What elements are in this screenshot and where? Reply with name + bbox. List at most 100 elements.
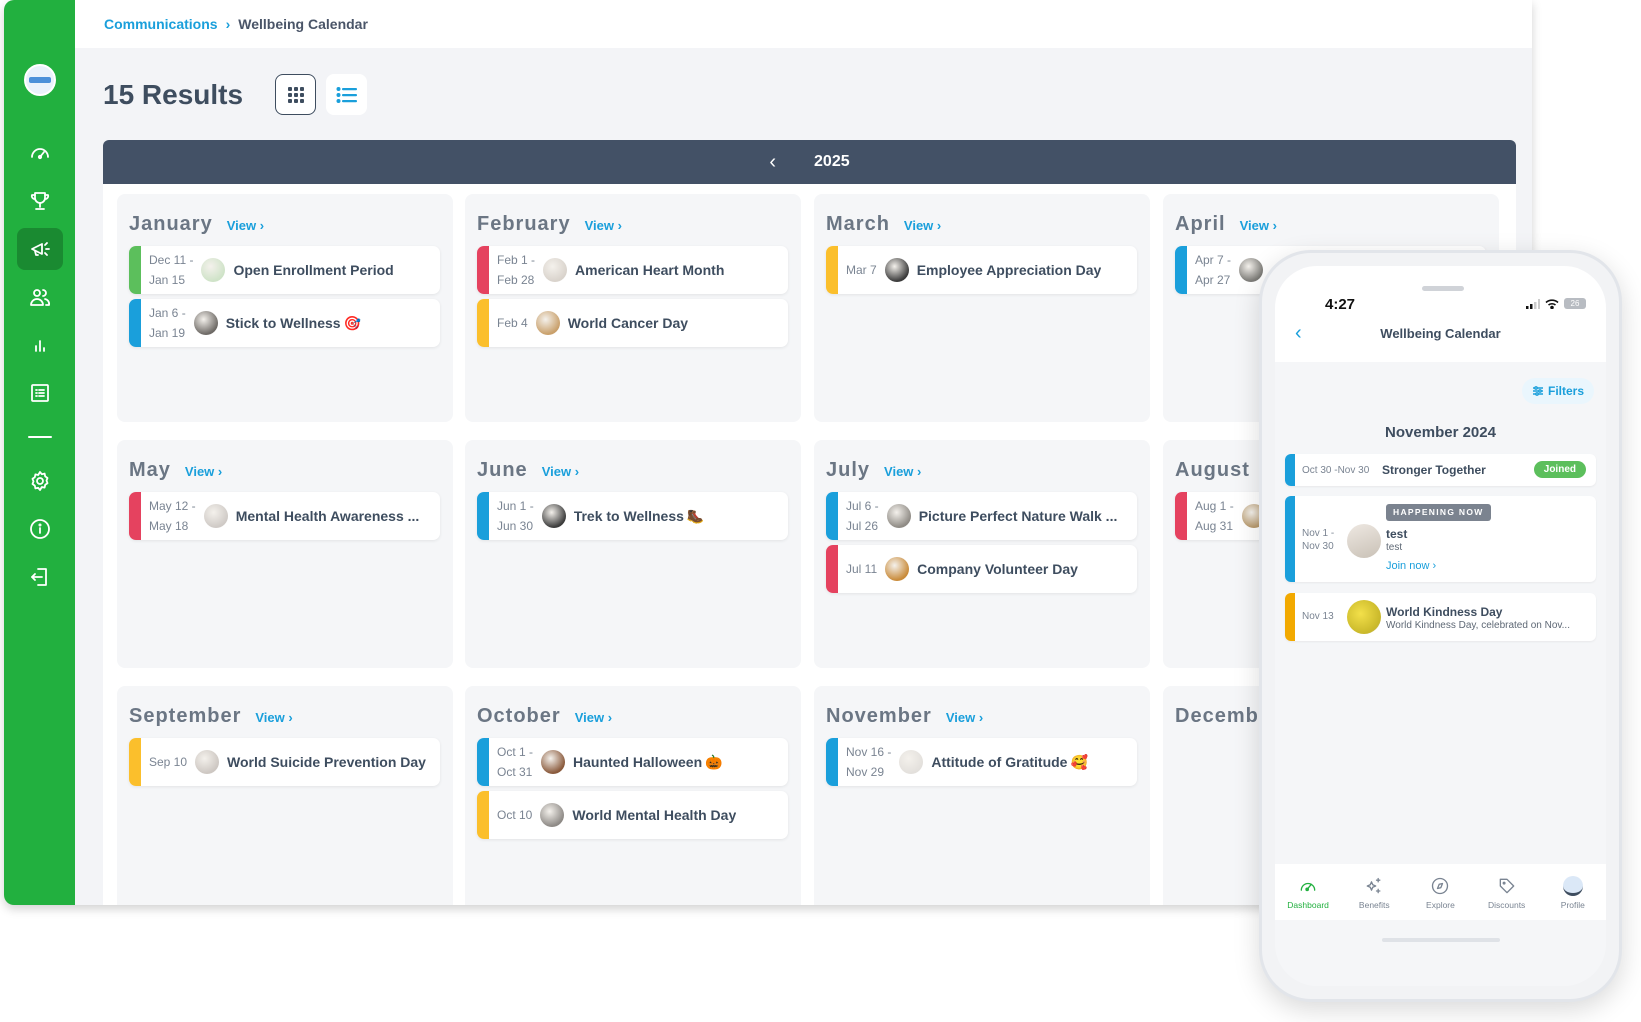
month-view-link[interactable]: View › <box>542 464 579 479</box>
tab-explore[interactable]: Explore <box>1410 876 1470 910</box>
event-card[interactable]: Oct 10 World Mental Health Day <box>477 791 788 839</box>
tab-label: Discounts <box>1487 900 1526 910</box>
month-view-link[interactable]: View › <box>585 218 622 233</box>
tab-dashboard[interactable]: Dashboard <box>1278 876 1338 910</box>
list-icon <box>30 384 49 402</box>
event-date: Jul 6 - Jul 26 <box>846 496 879 536</box>
breadcrumb-communications-link[interactable]: Communications <box>104 16 218 32</box>
event-date: Dec 11 - Jan 15 <box>149 250 193 290</box>
event-card[interactable]: Jun 1 - Jun 30 Trek to Wellness 🥾 <box>477 492 788 540</box>
month-view-link[interactable]: View › <box>227 218 264 233</box>
month-view-link[interactable]: View › <box>884 464 921 479</box>
event-card[interactable]: Jul 11 Company Volunteer Day <box>826 545 1137 593</box>
event-card[interactable]: Jan 6 - Jan 19 Stick to Wellness 🎯 <box>129 299 440 347</box>
month-name: November <box>826 705 932 727</box>
event-date: Jan 6 - Jan 19 <box>149 303 186 343</box>
filters-button[interactable]: Filters <box>1521 378 1594 404</box>
month-view-link[interactable]: View › <box>255 710 292 725</box>
notch <box>1422 286 1464 291</box>
tab-benefits[interactable]: Benefits <box>1344 876 1404 910</box>
event-date-end: Feb 28 <box>497 273 535 287</box>
event-title: Trek to Wellness <box>573 508 684 524</box>
event-thumbnail <box>1239 258 1264 282</box>
event-title: World Mental Health Day <box>572 807 737 823</box>
status-icons: 26 <box>1526 298 1586 309</box>
month-name: January <box>129 213 213 235</box>
month-view-link[interactable]: View › <box>904 218 941 233</box>
event-color-bar <box>1285 454 1295 486</box>
event-color-bar <box>477 299 489 347</box>
event-date: Oct 1 - Oct 31 <box>497 742 533 782</box>
filters-label: Filters <box>1547 384 1584 398</box>
month-card-february: February View › Feb 1 - Feb 28 American Hear… <box>465 194 801 422</box>
sidebar-item-communications[interactable] <box>16 228 63 270</box>
event-title: Attitude of Gratitude <box>931 754 1068 770</box>
month-name: March <box>826 213 890 235</box>
event-date: Sep 10 <box>149 752 187 772</box>
grid-icon <box>287 86 304 103</box>
list-view-button[interactable] <box>326 74 368 115</box>
event-card[interactable]: Sep 10 World Suicide Prevention Day <box>129 738 440 786</box>
event-color-bar <box>1175 492 1187 540</box>
megaphone-icon <box>30 242 50 256</box>
event-thumbnail <box>885 557 910 581</box>
tab-discounts[interactable]: Discounts <box>1477 876 1537 910</box>
event-title: World Cancer Day <box>567 315 689 331</box>
event-date-start: Jul 11 <box>846 562 878 576</box>
event-title: Haunted Halloween <box>573 754 703 770</box>
grid-view-button[interactable] <box>275 74 317 115</box>
event-color-bar <box>1175 246 1187 294</box>
month-header: October View › <box>477 705 612 728</box>
month-view-link[interactable]: View › <box>575 710 612 725</box>
sidebar-item-content[interactable] <box>17 372 63 414</box>
event-card[interactable]: Feb 1 - Feb 28 American Heart Month <box>477 246 788 294</box>
event-thumbnail <box>541 504 566 528</box>
month-view-link[interactable]: View › <box>1240 218 1277 233</box>
sidebar-item-dashboard[interactable] <box>17 132 63 174</box>
chevron-left-icon[interactable]: ‹ <box>769 151 776 174</box>
event-date-start: Jul 6 - <box>846 499 879 513</box>
breadcrumb-current: Wellbeing Calendar <box>238 16 368 32</box>
phone-event-card-stronger-together[interactable]: Oct 30 -Nov 30 Stronger Together Joined <box>1285 454 1596 486</box>
phone-event-card-world-kindness-day[interactable]: Nov 13 World Kindness Day World Kindness… <box>1285 593 1596 641</box>
month-name: June <box>477 459 528 481</box>
event-subtitle: test <box>1386 542 1403 553</box>
sidebar-item-reports[interactable] <box>17 324 63 366</box>
event-thumbnail <box>1347 600 1381 634</box>
event-card[interactable]: Oct 1 - Oct 31 Haunted Halloween 🎃 <box>477 738 788 786</box>
event-date-start: Oct 10 <box>497 808 533 822</box>
sidebar-item-users[interactable] <box>17 276 63 318</box>
month-header: September View › <box>129 705 293 728</box>
tab-profile[interactable]: Profile <box>1543 876 1603 910</box>
month-view-link[interactable]: View › <box>946 710 983 725</box>
event-thumbnail <box>195 750 220 774</box>
event-card[interactable]: May 12 - May 18 Mental Health Awareness ..… <box>129 492 440 540</box>
event-color-bar <box>477 492 489 540</box>
event-card[interactable]: Mar 7 Employee Appreciation Day <box>826 246 1137 294</box>
event-thumbnail <box>201 258 226 282</box>
event-title: Stronger Together <box>1382 463 1486 477</box>
month-view-link[interactable]: View › <box>185 464 222 479</box>
event-card[interactable]: Dec 11 - Jan 15 Open Enrollment Period <box>129 246 440 294</box>
event-card[interactable]: Nov 16 - Nov 29 Attitude of Gratitude 🥰 <box>826 738 1137 786</box>
bar-chart-icon <box>34 340 45 352</box>
sidebar-item-info[interactable] <box>17 508 63 550</box>
tab-label: Profile <box>1560 900 1585 910</box>
sparkles-icon <box>1366 877 1381 894</box>
phone-header: 4:27 26 ‹ Wellbeing Calendar <box>1275 266 1606 362</box>
event-date-end: May 18 <box>149 519 189 533</box>
join-now-link[interactable]: Join now › <box>1386 560 1436 572</box>
phone-event-card-test[interactable]: HAPPENING NOW Nov 1 - Nov 30 test test J… <box>1285 496 1596 582</box>
event-card[interactable]: Feb 4 World Cancer Day <box>477 299 788 347</box>
event-date-end: Jul 26 <box>846 519 879 533</box>
sidebar-item-logout[interactable] <box>17 556 63 598</box>
event-card[interactable]: Jul 6 - Jul 26 Picture Perfect Nature Walk… <box>826 492 1137 540</box>
sidebar-item-challenges[interactable] <box>17 180 63 222</box>
month-card-june: June View › Jun 1 - Jun 30 Trek to Wellness 🥾 <box>465 440 801 668</box>
event-date-start: Nov 16 - <box>846 745 892 759</box>
company-logo[interactable] <box>23 64 56 96</box>
sidebar-item-settings[interactable] <box>17 460 63 502</box>
event-date-start: Apr 7 - <box>1195 253 1232 267</box>
event-date: Mar 7 <box>846 260 877 280</box>
event-thumbnail <box>1347 524 1381 558</box>
